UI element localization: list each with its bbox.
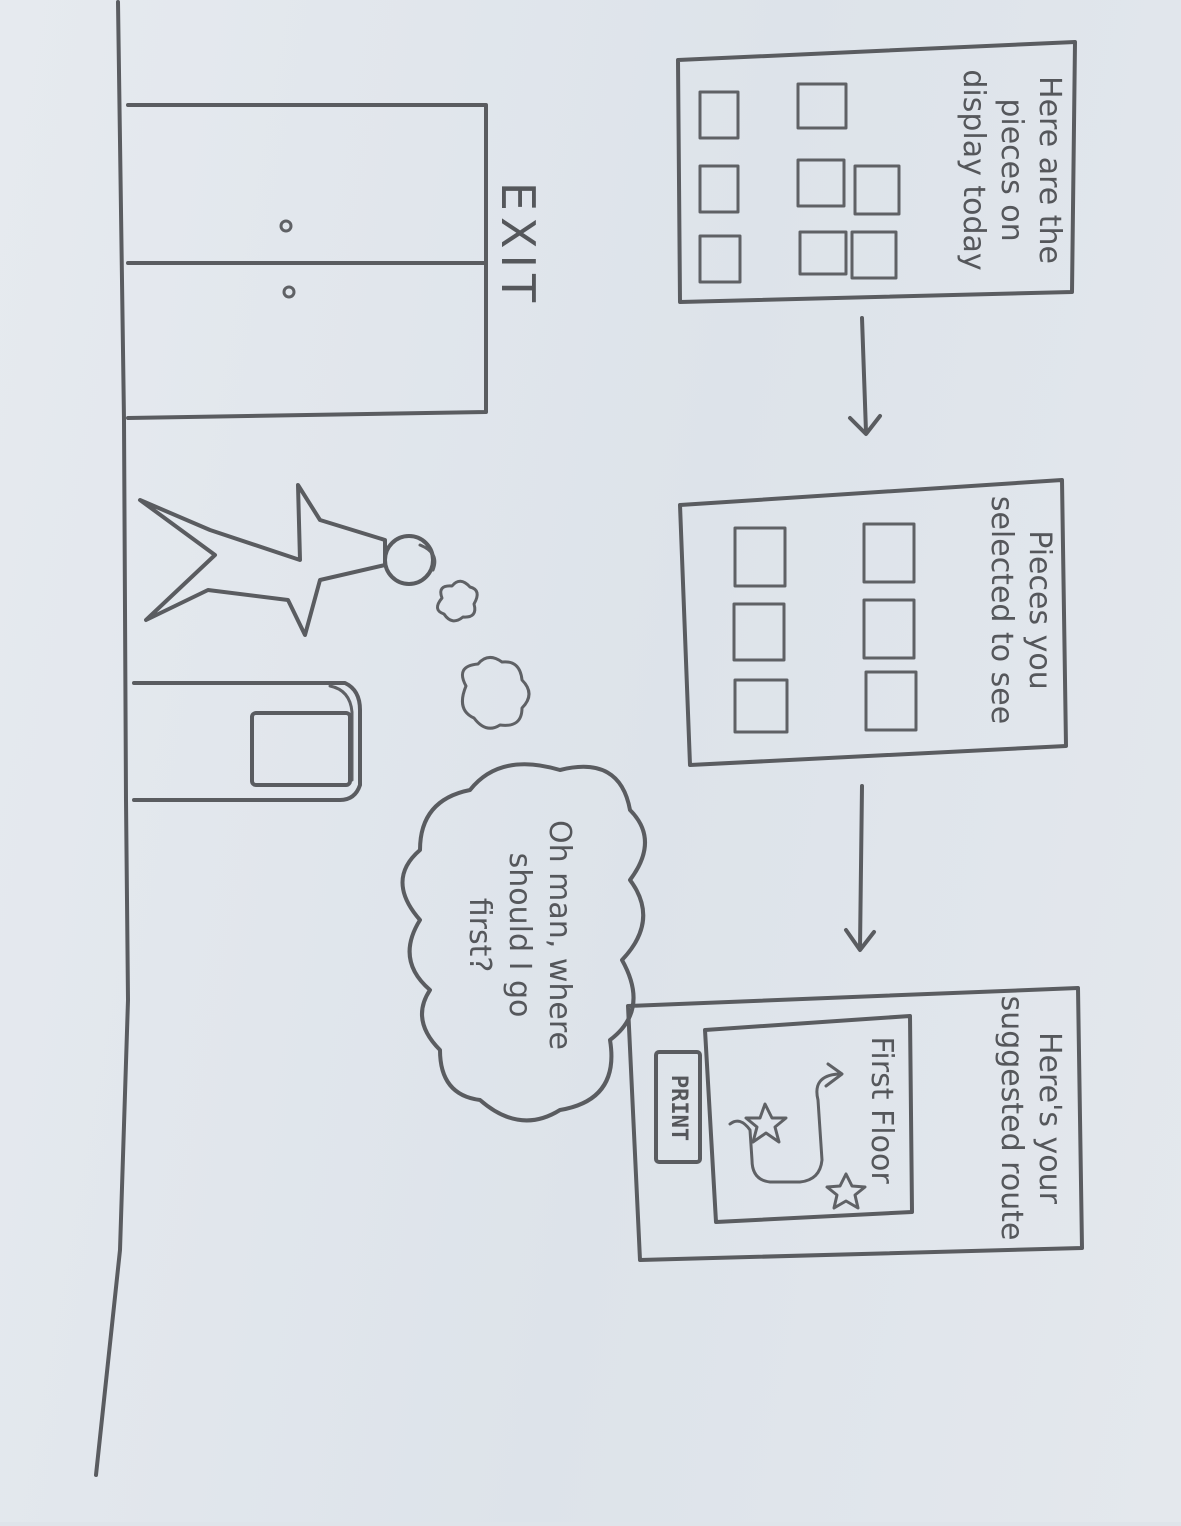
- route-title-line-2: suggested route: [994, 996, 1029, 1241]
- thought-line-1: Oh man, where: [542, 820, 577, 1050]
- flow-arrow-2: [844, 784, 876, 952]
- panel-selected-title: Pieces you selected to see: [984, 496, 1057, 724]
- selected-title-line-2: selected to see: [984, 496, 1019, 724]
- thought-line-3: first?: [462, 898, 497, 973]
- thought-text-group: Oh man, where should I go first?: [462, 820, 577, 1050]
- selected-title-line-1: Pieces you: [1022, 530, 1057, 689]
- visitor-figure: [138, 483, 437, 637]
- sketch-canvas: EXIT Oh man, where should I go first? He…: [94, 0, 1084, 1477]
- route-title-line-1: Here's your: [1032, 1032, 1067, 1205]
- thought-line-2: should I go: [502, 853, 537, 1018]
- start-star-icon: [744, 1102, 788, 1144]
- storyboard-sketch: EXIT Oh man, where should I go first? He…: [0, 0, 1181, 1522]
- floor-line: [94, 0, 130, 1477]
- print-button-label: PRINT: [666, 1075, 691, 1141]
- display-title-line-2: pieces on: [994, 98, 1029, 241]
- flow-arrow-1: [848, 316, 882, 436]
- kiosk: [132, 681, 362, 802]
- route-map-label: First Floor: [864, 1036, 899, 1184]
- panel-display-title: Here are the pieces on display today: [956, 69, 1067, 270]
- panel-route-title: Here's your suggested route: [994, 996, 1067, 1241]
- display-title-line-3: display today: [956, 69, 991, 270]
- exit-sign: EXIT: [491, 182, 545, 308]
- thought-dots: [436, 579, 531, 730]
- end-star-icon: [825, 1172, 867, 1210]
- display-title-line-1: Here are the: [1032, 76, 1067, 264]
- exit-door: [126, 103, 488, 420]
